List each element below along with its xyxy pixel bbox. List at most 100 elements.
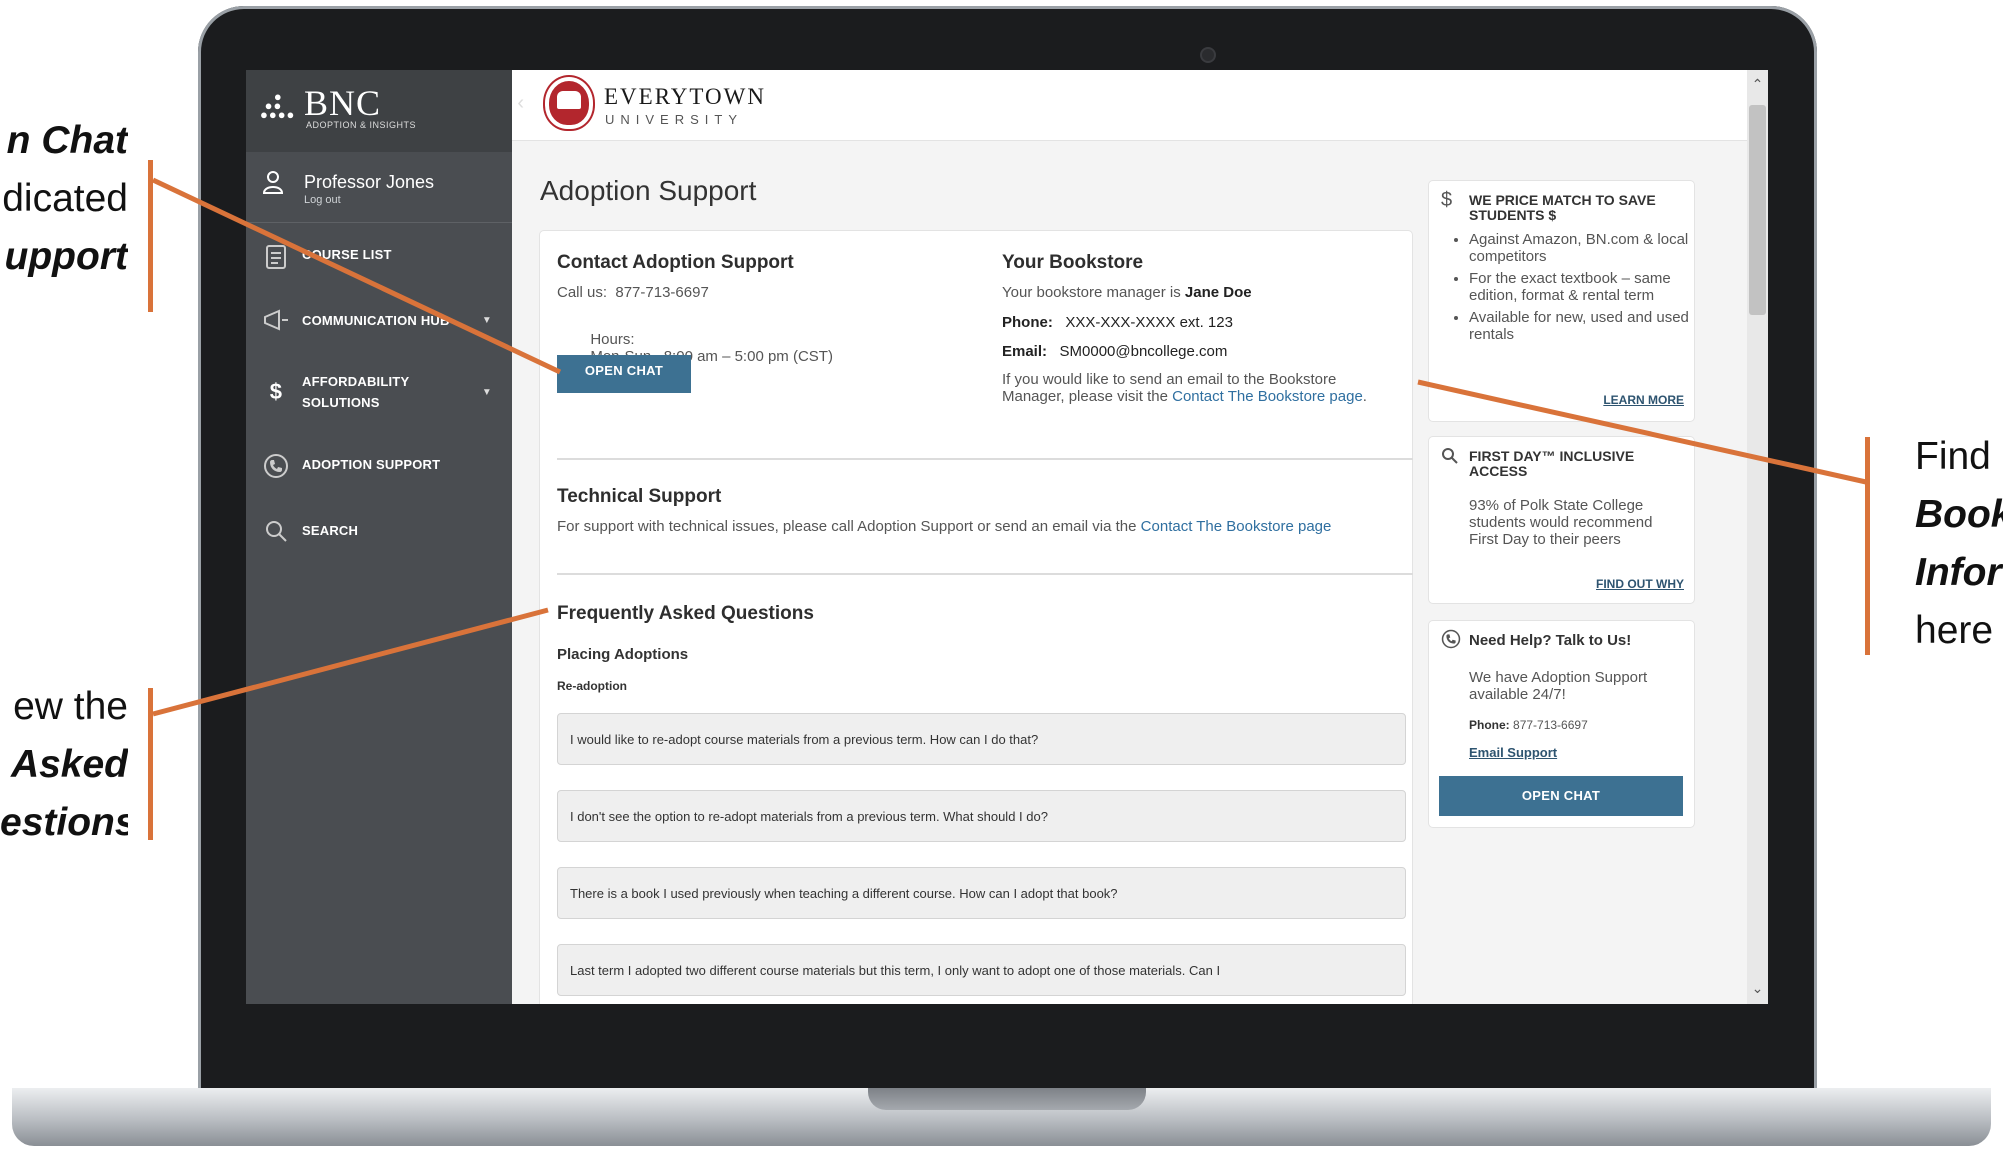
help-title: Need Help? Talk to Us! <box>1469 632 1632 649</box>
first-day-card: FIRST DAY™ INCLUSIVE ACCESS 93% of Polk … <box>1428 436 1695 604</box>
manager-row: Your bookstore manager is Jane Doe <box>1002 284 1252 301</box>
callout-open-chat: n Chat dicated upport <box>0 112 128 286</box>
scroll-thumb[interactable] <box>1749 105 1766 315</box>
brand-sub: ADOPTION & INSIGHTS <box>306 120 417 130</box>
faq-subsection: Re-adoption <box>557 679 627 693</box>
price-match-bullet: For the exact textbook – same edition, f… <box>1469 270 1689 304</box>
call-label: Call us: <box>557 284 608 301</box>
contact-bookstore-link[interactable]: Contact The Bookstore page <box>1172 388 1363 405</box>
callout-bookstore-line2: Book <box>1915 493 2003 536</box>
email-support-link[interactable]: Email Support <box>1469 744 1684 761</box>
phone-label: Phone: <box>1002 314 1053 331</box>
price-match-card: $ WE PRICE MATCH TO SAVE STUDENTS $ Agai… <box>1428 180 1695 422</box>
sidebar-item-label: COURSE LIST <box>302 247 392 262</box>
email-value[interactable]: SM0000@bncollege.com <box>1060 343 1228 360</box>
logo-dots-icon: ● ●● ●●●● <box>260 89 296 122</box>
callout-open-chat-line3: upport <box>4 235 128 278</box>
faq-section: Placing Adoptions <box>557 646 689 663</box>
dollar-icon: $ <box>1441 189 1453 211</box>
callout-faq-line1: ew the <box>13 685 128 728</box>
phone-row: Phone: XXX-XXX-XXXX ext. 123 <box>1002 314 1233 331</box>
sidebar-item-label: ADOPTION SUPPORT <box>302 457 441 472</box>
sidebar-item-communication-hub[interactable]: COMMUNICATION HUB ▼ <box>246 289 512 355</box>
technical-prefix: For support with technical issues, pleas… <box>557 518 1141 535</box>
manager-name: Jane Doe <box>1184 284 1252 301</box>
price-match-bullet: Available for new, used and used rentals <box>1469 309 1689 343</box>
price-match-list: Against Amazon, BN.com & local competito… <box>1451 231 1689 348</box>
faq-question[interactable]: I would like to re-adopt course material… <box>557 713 1406 765</box>
sidebar-item-search[interactable]: SEARCH <box>246 499 512 565</box>
technical-contact-link[interactable]: Contact The Bookstore page <box>1141 518 1332 535</box>
sidebar-item-label: SEARCH <box>302 523 359 538</box>
support-card: Contact Adoption Support Call us: 877-71… <box>539 230 1413 1004</box>
callout-open-chat-line2: dicated <box>2 177 128 220</box>
callout-faq-bar <box>148 688 153 840</box>
university-name: EVERYTOWN <box>604 84 766 109</box>
technical-title: Technical Support <box>557 486 722 507</box>
price-match-bullet: Against Amazon, BN.com & local competito… <box>1469 231 1689 265</box>
university-sub: UNIVERSITY <box>605 112 744 127</box>
help-text: We have Adoption Support available 24/7! <box>1469 669 1648 703</box>
callout-bookstore: Find Book Infor here <box>1915 428 2003 660</box>
bookstore-title: Your Bookstore <box>1002 252 1144 273</box>
university-shield-icon <box>545 77 593 129</box>
main-content: EVERYTOWN UNIVERSITY Adoption Support Co… <box>512 70 1747 1004</box>
technical-text: For support with technical issues, pleas… <box>557 518 1417 535</box>
sidebar-item-adoption-support[interactable]: ADOPTION SUPPORT <box>246 433 512 499</box>
faq-question[interactable]: There is a book I used previously when t… <box>557 867 1406 919</box>
find-out-why-link[interactable]: FIND OUT WHY <box>1596 577 1684 591</box>
email-row: Email: SM0000@bncollege.com <box>1002 343 1227 360</box>
laptop-notch <box>868 1088 1146 1110</box>
search-icon <box>1441 447 1459 471</box>
manager-prefix: Your bookstore manager is <box>1002 284 1185 301</box>
chevron-down-icon: ▼ <box>481 387 492 398</box>
learn-more-link[interactable]: LEARN MORE <box>1603 393 1684 407</box>
scrollbar[interactable]: ⌃ ⌄ <box>1747 70 1768 1004</box>
search-icon <box>262 519 290 549</box>
scroll-down-icon[interactable]: ⌄ <box>1747 980 1768 997</box>
callout-faq-line3: estions <box>0 801 128 844</box>
call-value: 877-713-6697 <box>615 284 709 301</box>
note-suffix: . <box>1362 388 1367 405</box>
top-bar: EVERYTOWN UNIVERSITY <box>512 70 1747 141</box>
callout-bookstore-line3: Infor <box>1915 551 2002 594</box>
sidebar-item-course-list[interactable]: COURSE LIST <box>246 223 512 289</box>
open-chat-button[interactable]: OPEN CHAT <box>557 355 691 393</box>
collapse-chevron-icon[interactable]: ‹ <box>517 92 524 115</box>
screen: ● ●● ●●●● BNC ADOPTION & INSIGHTS ‹ Profe… <box>246 70 1768 1004</box>
callout-faq-line2: Asked <box>10 743 128 786</box>
call-us-row: Call us: 877-713-6697 <box>557 284 709 301</box>
phone-icon <box>262 453 290 485</box>
user-name: Professor Jones <box>304 172 435 192</box>
callout-open-chat-line1: n Chat <box>6 119 128 162</box>
phone-icon <box>1441 629 1461 655</box>
help-phone: Phone: 877-713-6697 <box>1469 717 1684 734</box>
faq-question[interactable]: I don't see the option to re-adopt mater… <box>557 790 1406 842</box>
page-title: Adoption Support <box>540 175 757 206</box>
callout-bookstore-line1: Find <box>1915 435 1991 478</box>
first-day-text: 93% of Polk State College students would… <box>1469 497 1653 548</box>
user-icon <box>262 170 284 200</box>
dollar-icon: $ <box>269 379 283 404</box>
contact-title: Contact Adoption Support <box>557 252 794 273</box>
sidebar-item-label: AFFORDABILITY SOLUTIONS <box>302 374 410 410</box>
first-day-title: FIRST DAY™ INCLUSIVE ACCESS <box>1469 448 1635 479</box>
phone-value: XXX-XXX-XXXX ext. 123 <box>1065 314 1233 331</box>
logout-link[interactable]: Log out <box>304 194 341 206</box>
divider <box>557 573 1413 575</box>
faq-question[interactable]: Last term I adopted two different course… <box>557 944 1406 996</box>
callout-bookstore-line4: here <box>1915 609 1994 652</box>
brand-name: BNC <box>304 83 382 123</box>
help-phone-label: Phone: <box>1469 718 1510 732</box>
help-phone-value: 877-713-6697 <box>1513 718 1588 732</box>
email-label: Email: <box>1002 343 1048 360</box>
divider <box>557 458 1413 460</box>
camera-icon <box>1202 49 1214 61</box>
sidebar: ● ●● ●●●● BNC ADOPTION & INSIGHTS ‹ Profe… <box>246 70 524 1004</box>
faq-title: Frequently Asked Questions <box>557 603 814 624</box>
sidebar-item-affordability[interactable]: $ AFFORDABILITY SOLUTIONS ▼ <box>246 355 512 433</box>
hours-label: Hours: <box>590 331 635 348</box>
callout-faq: ew the Asked estions <box>0 678 128 852</box>
scroll-up-icon[interactable]: ⌃ <box>1747 76 1768 93</box>
open-chat-button-rail[interactable]: OPEN CHAT <box>1439 776 1683 816</box>
